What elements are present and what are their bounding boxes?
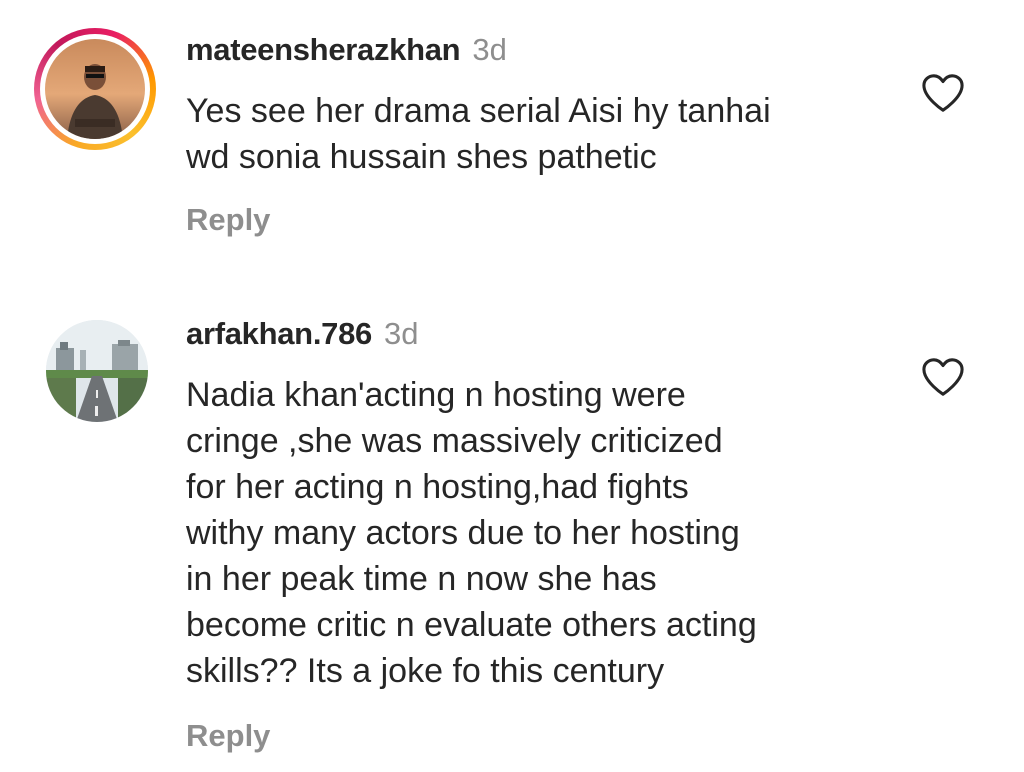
comment-line: skills?? Its a joke fo this century [186, 652, 665, 690]
comment-item: mateensherazkhan 3d Yes see her drama ser… [0, 0, 1024, 290]
comment-line: in her peak time n now she has [186, 560, 657, 598]
comment-header: arfakhan.786 3d [186, 316, 418, 352]
comment-line: for her acting n hosting,had fights [186, 468, 689, 506]
avatar-photo-icon [45, 39, 145, 139]
comment-text: Yes see her drama serial Aisi hy tanhai … [186, 88, 906, 180]
comment-line: Nadia khan'acting n hosting were [186, 376, 686, 414]
avatar[interactable] [46, 320, 148, 422]
avatar-story-ring[interactable] [34, 28, 156, 150]
heart-outline-icon[interactable] [920, 356, 966, 398]
comment-line: cringe ,she was massively criticized [186, 422, 723, 460]
comment-header: mateensherazkhan 3d [186, 32, 507, 68]
comment-line: Yes see her drama serial Aisi hy tanhai [186, 92, 771, 130]
username[interactable]: arfakhan.786 [186, 316, 372, 351]
comment-line: withy many actors due to her hosting [186, 514, 740, 552]
timestamp: 3d [383, 316, 419, 351]
comment-line: become critic n evaluate others acting [186, 606, 757, 644]
reply-button[interactable]: Reply [186, 202, 270, 238]
avatar-ring-gap [40, 34, 150, 144]
heart-outline-icon[interactable] [920, 72, 966, 114]
comment-item: arfakhan.786 3d Nadia khan'acting n hosti… [0, 290, 1024, 772]
username[interactable]: mateensherazkhan [186, 32, 461, 67]
comment-line: wd sonia hussain shes pathetic [186, 138, 657, 176]
avatar [45, 39, 145, 139]
avatar-photo-icon [46, 320, 148, 422]
comment-text: Nadia khan'acting n hosting were cringe … [186, 372, 906, 694]
reply-button[interactable]: Reply [186, 718, 270, 754]
timestamp: 3d [472, 32, 507, 67]
